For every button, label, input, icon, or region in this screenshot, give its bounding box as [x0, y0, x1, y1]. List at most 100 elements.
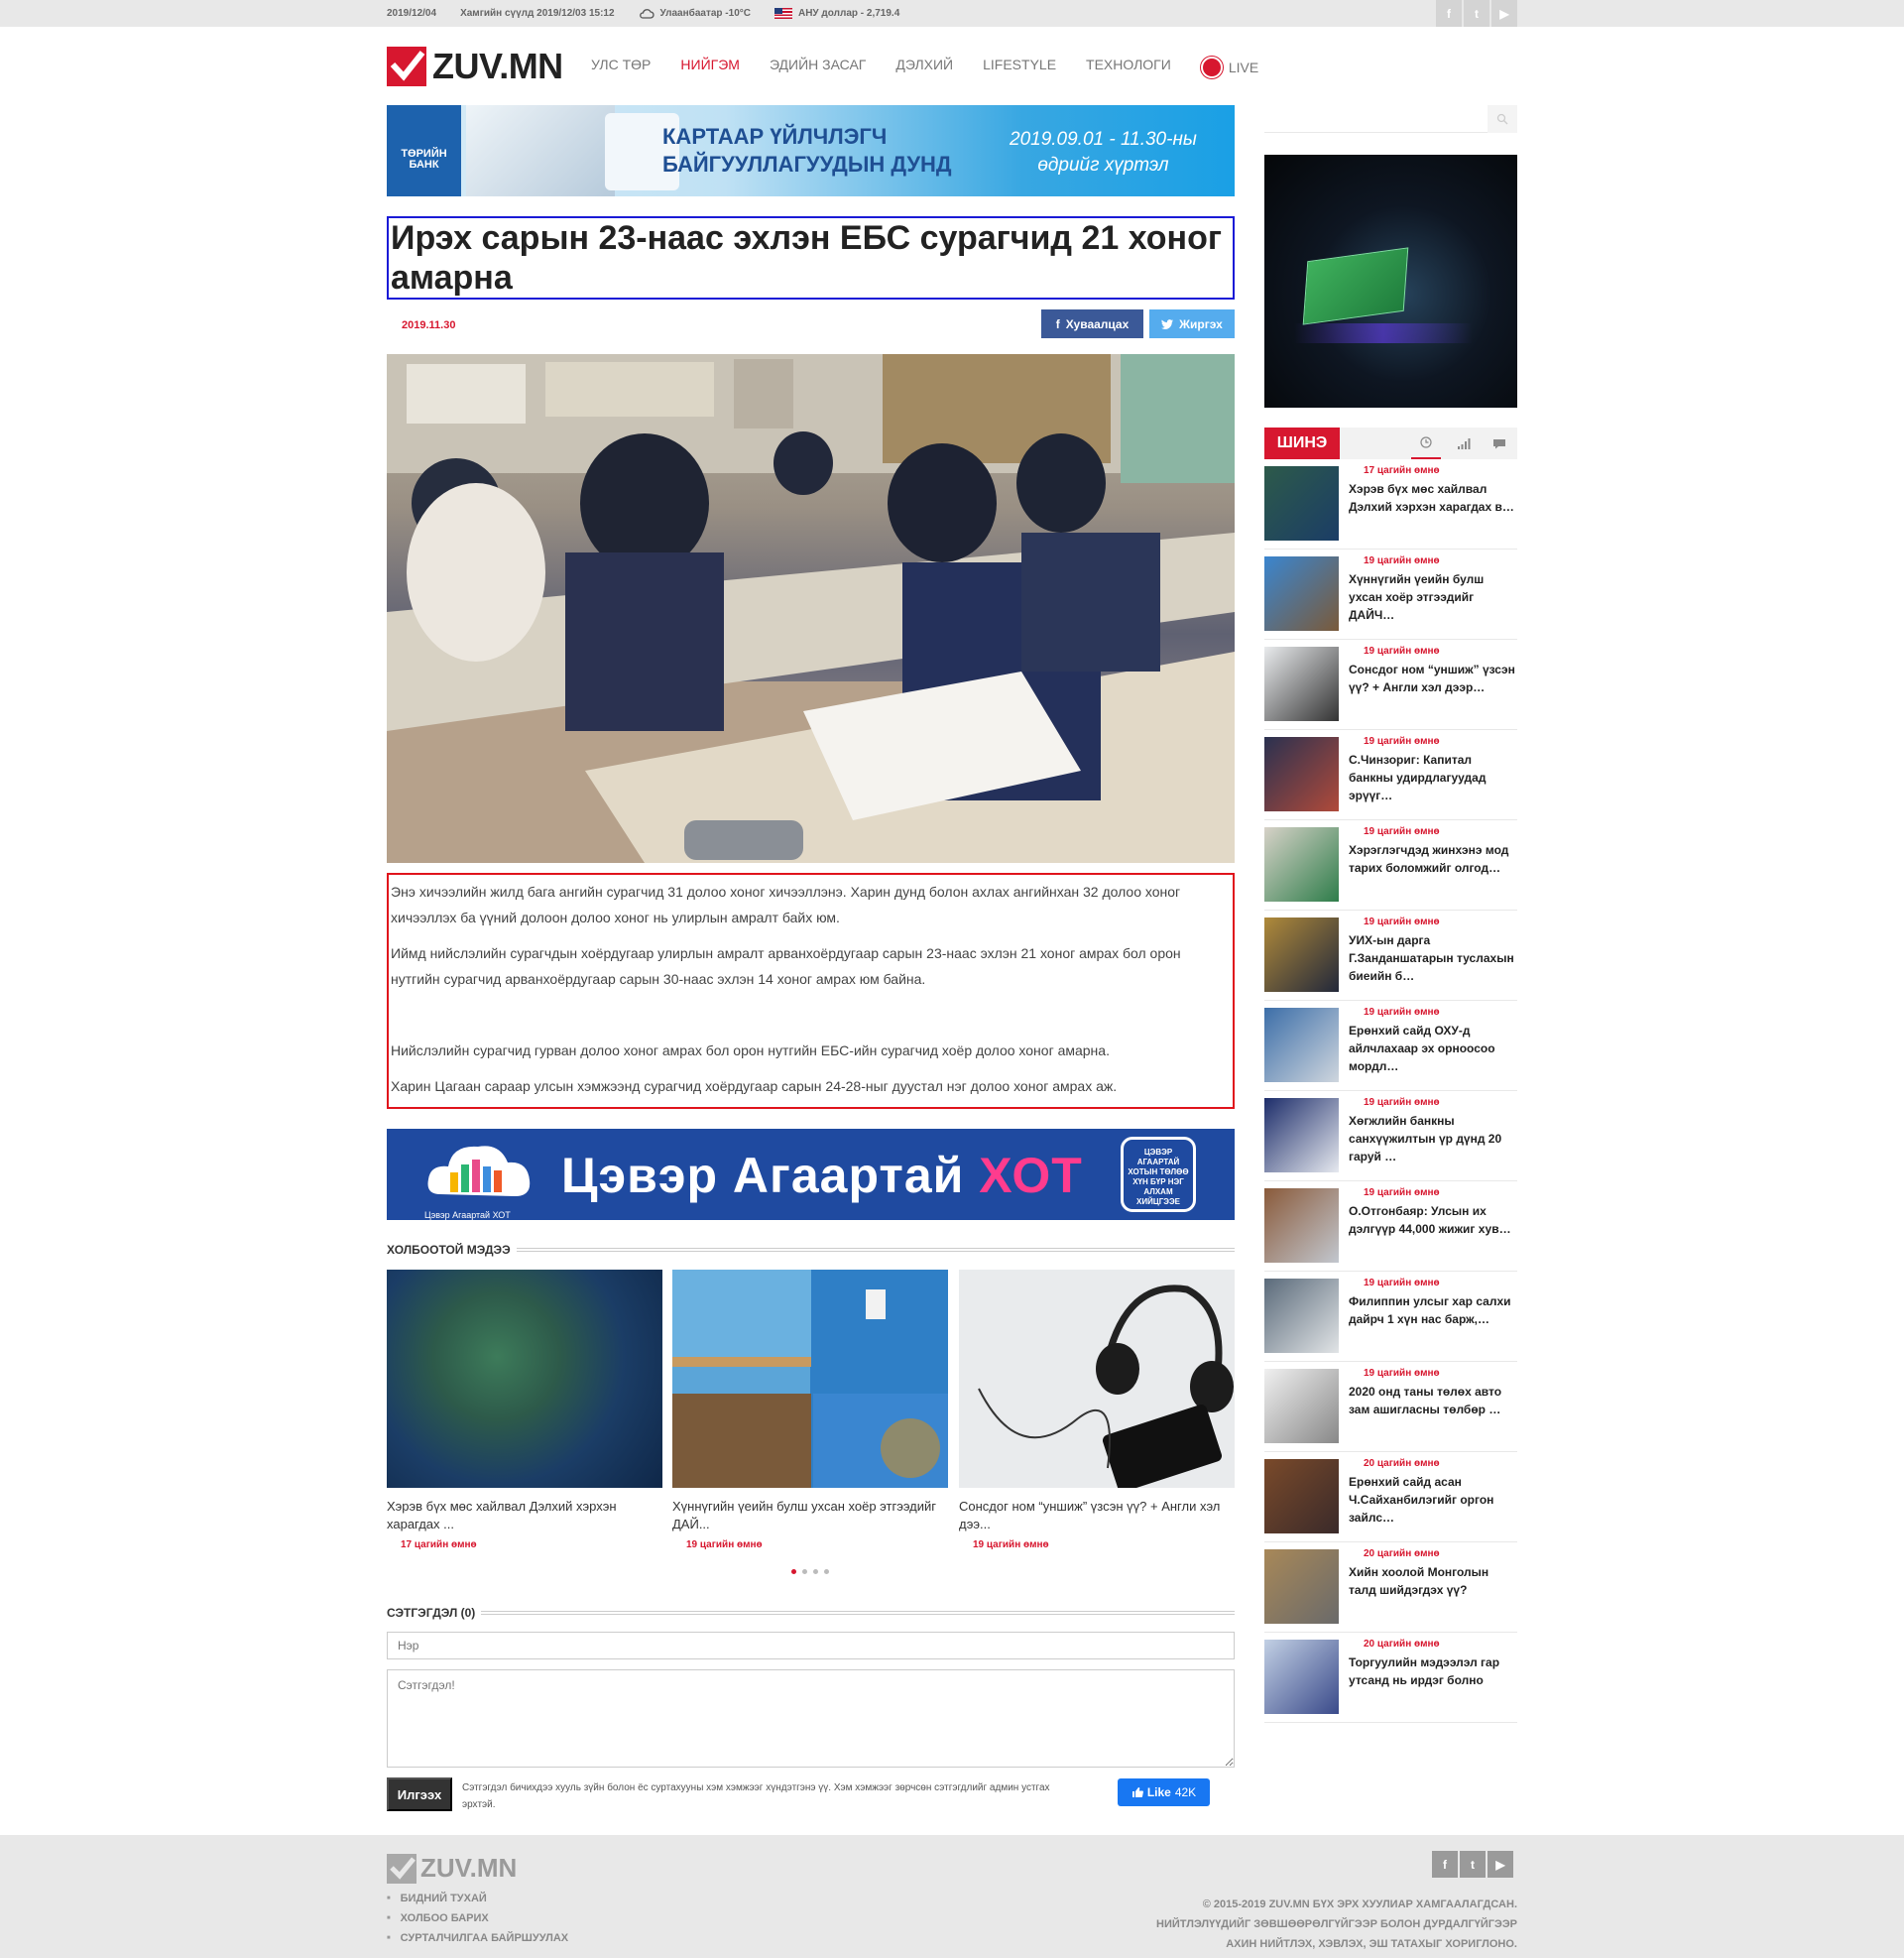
nav-technology[interactable]: ТЕХНОЛОГИ — [1086, 57, 1171, 78]
footer-links: БИДНИЙ ТУХАЙ ХОЛБОО БАРИХ СУРТАЛЧИЛГАА Б… — [387, 1889, 569, 1948]
clean-air-headline-main: Цэвэр Агаартай — [561, 1148, 980, 1203]
banner-dates-line1: 2019.09.01 - 11.30-ны — [1010, 129, 1197, 150]
sidebar-news-item[interactable]: 19 цагийн өмнө Ерөнхий сайд ОХУ-д айлчлах… — [1264, 1006, 1517, 1091]
youtube-icon[interactable]: ▶ — [1488, 1851, 1513, 1878]
news-thumbnail — [1264, 1279, 1339, 1353]
copyright-line: НИЙТЛЭЛҮҮДИЙГ ЗӨВШӨӨРӨЛГҮЙГЭЭР БОЛОН ДУР… — [1156, 1918, 1517, 1930]
related-item[interactable]: Сонсдог ном “уншиж” үзсэн үү? + Англи хэ… — [959, 1270, 1235, 1550]
currency: АНУ доллар - 2,719.4 — [774, 8, 899, 19]
nav-world[interactable]: ДЭЛХИЙ — [895, 57, 953, 78]
facebook-icon[interactable]: f — [1432, 1851, 1458, 1878]
news-time: 19 цагийн өмнө — [1364, 1007, 1440, 1018]
footer-link-contact[interactable]: ХОЛБОО БАРИХ — [387, 1908, 568, 1928]
facebook-like-button[interactable]: Like 42K — [1118, 1778, 1210, 1806]
article-paragraph: Нийслэлийн сурагчид гурван долоо хоног а… — [391, 1042, 1110, 1058]
sidebar-news-item[interactable]: 19 цагийн өмнө Хөгжлийн банкны санхүүжилт… — [1264, 1096, 1517, 1181]
news-thumbnail — [1264, 737, 1339, 811]
ad-card-image — [1302, 247, 1409, 325]
sidebar-news-item[interactable]: 19 цагийн өмнө Филиппин улсыг хар салхи д… — [1264, 1277, 1517, 1362]
send-comment-button[interactable]: Илгээх — [387, 1777, 452, 1811]
share-twitter-button[interactable]: Жиргэх — [1149, 309, 1235, 338]
twitter-icon[interactable]: t — [1464, 0, 1489, 27]
footer-logo-text: ZUV.MN — [420, 1853, 518, 1883]
news-thumbnail — [1264, 556, 1339, 631]
news-thumbnail — [1264, 918, 1339, 992]
sidebar-news-item[interactable]: 20 цагийн өмнө Хийн хоолой Монголын талд … — [1264, 1547, 1517, 1633]
related-time: 19 цагийн өмнө — [686, 1539, 763, 1550]
news-title: Хийн хоолой Монголын талд шийдэгдэх үү? — [1349, 1565, 1489, 1597]
banner-title-line1: КАРТААР ҮЙЛЧЛЭГЧ — [662, 124, 888, 149]
news-thumbnail — [1264, 1188, 1339, 1263]
clean-air-headline: Цэвэр Агаартай ХОТ — [561, 1147, 1083, 1204]
sidebar-tabs: ШИНЭ — [1264, 428, 1517, 459]
comment-name-input[interactable] — [387, 1632, 1235, 1659]
copyright-line: АХИН НИЙТЛЭХ, ХЭВЛЭХ, ЭШ ТАТАХЫГ ХОРИГЛО… — [1226, 1938, 1517, 1950]
comment-icon[interactable] — [1485, 428, 1514, 459]
article-paragraph: Иймд нийслэлийн сурагчдын хоёрдугаар ули… — [391, 945, 1181, 987]
sidebar-news-item[interactable]: 19 цагийн өмнө Сонсдог ном “уншиж” үзсэн … — [1264, 645, 1517, 730]
news-time: 19 цагийн өмнө — [1364, 555, 1440, 566]
twitter-icon[interactable]: t — [1460, 1851, 1486, 1878]
clean-air-headline-accent: ХОТ — [979, 1148, 1083, 1203]
sidebar-news-item[interactable]: 19 цагийн өмнө О.Отгонбаяр: Улсын их дэлг… — [1264, 1186, 1517, 1272]
carousel-dot[interactable] — [813, 1569, 818, 1574]
copyright: © 2015-2019 ZUV.MN БҮХ ЭРХ ХУУЛИАР ХАМГА… — [1121, 1895, 1517, 1954]
signal-icon[interactable] — [1449, 428, 1479, 459]
youtube-icon[interactable]: ▶ — [1491, 0, 1517, 27]
tab-new[interactable]: ШИНЭ — [1264, 428, 1340, 459]
sidebar-news-item[interactable]: 20 цагийн өмнө Торгуулийн мэдээлэл гар ут… — [1264, 1638, 1517, 1723]
share-facebook-label: Хуваалцах — [1065, 316, 1130, 331]
related-item[interactable]: Хэрэв бүх мөс хайлвал Дэлхий хэрхэн хара… — [387, 1270, 662, 1550]
carousel-dot[interactable] — [824, 1569, 829, 1574]
sidebar-news-item[interactable]: 20 цагийн өмнө Ерөнхий сайд асан Ч.Сайхан… — [1264, 1457, 1517, 1542]
sidebar-news-item[interactable]: 19 цагийн өмнө УИХ-ын дарга Г.Занданшатар… — [1264, 916, 1517, 1001]
comments-heading-text: СЭТГЭГДЭЛ (0) — [387, 1606, 476, 1620]
news-title: Сонсдог ном “уншиж” үзсэн үү? + Англи хэ… — [1349, 663, 1515, 694]
sidebar-news-item[interactable]: 19 цагийн өмнө Хэрэглэгчдэд жинхэнэ мод т… — [1264, 825, 1517, 911]
clean-air-banner-ad[interactable]: Цэвэр Агаартай ХОТ Цэвэр Агаартай ХОТ ЦЭ… — [387, 1129, 1235, 1220]
nav-lifestyle[interactable]: LIFESTYLE — [983, 57, 1056, 78]
share-facebook-button[interactable]: f Хуваалцах — [1041, 309, 1143, 338]
site-logo[interactable]: ZUV.MN — [387, 46, 563, 87]
footer-link-advertise[interactable]: СУРТАЛЧИЛГАА БАЙРШУУЛАХ — [387, 1928, 569, 1948]
facebook-icon[interactable]: f — [1436, 0, 1462, 27]
sidebar-search — [1264, 105, 1517, 133]
sidebar-news-item[interactable]: 19 цагийн өмнө Хүннүгийн үеийн булш ухсан… — [1264, 554, 1517, 640]
sidebar-news-item[interactable]: 17 цагийн өмнө Хэрэв бүх мөс хайлвал Дэлх… — [1264, 464, 1517, 550]
news-thumbnail — [1264, 1459, 1339, 1533]
sidebar-news-item[interactable]: 19 цагийн өмнө С.Чинзориг: Капитал банкны… — [1264, 735, 1517, 820]
news-time: 19 цагийн өмнө — [1364, 917, 1440, 927]
carousel-dots — [791, 1569, 829, 1574]
carousel-dot[interactable] — [791, 1569, 796, 1574]
banner-hand-image — [466, 105, 615, 196]
footer-link-about[interactable]: БИДНИЙ ТУХАЙ — [387, 1889, 568, 1908]
banner-title-line2: БАЙГУУЛЛАГУУДЫН ДУНД — [662, 152, 952, 177]
share-twitter-label: Жиргэх — [1179, 316, 1223, 331]
news-thumbnail — [1264, 647, 1339, 721]
search-icon[interactable] — [1488, 105, 1517, 133]
nav-society[interactable]: НИЙГЭМ — [680, 57, 740, 78]
banner-dates: 2019.09.01 - 11.30-ны өдрийг хүртэл — [1010, 127, 1197, 179]
news-time: 19 цагийн өмнө — [1364, 646, 1440, 657]
comment-text-input[interactable] — [387, 1669, 1235, 1768]
search-input[interactable] — [1264, 105, 1483, 133]
clock-icon[interactable] — [1411, 428, 1441, 459]
weather-cloud-icon — [639, 8, 654, 19]
footer-logo[interactable]: ZUV.MN — [387, 1853, 517, 1884]
news-thumbnail — [1264, 827, 1339, 902]
sidebar-news-item[interactable]: 19 цагийн өмнө 2020 онд таны төлөх авто з… — [1264, 1367, 1517, 1452]
news-title: Ерөнхий сайд асан Ч.Сайханбилэгийг оргон… — [1349, 1475, 1494, 1525]
related-item[interactable]: Хүннүгийн үеийн булш ухсан хоёр этгээдий… — [672, 1270, 948, 1550]
sidebar-card-ad[interactable] — [1264, 155, 1517, 408]
nav-economy[interactable]: ЭДИЙН ЗАСАГ — [770, 57, 866, 78]
news-time: 19 цагийн өмнө — [1364, 736, 1440, 747]
news-time: 20 цагийн өмнө — [1364, 1639, 1440, 1650]
current-date: 2019/12/04 — [387, 8, 436, 19]
facebook-icon: f — [1055, 316, 1060, 331]
carousel-dot[interactable] — [802, 1569, 807, 1574]
nav-live[interactable]: LIVE — [1200, 57, 1258, 78]
nav-politics[interactable]: УЛС ТӨР — [591, 57, 651, 78]
bank-banner-ad[interactable]: ТӨРИЙН БАНК КАРТААР ҮЙЛЧЛЭГЧ БАЙГУУЛЛАГУ… — [387, 105, 1235, 196]
main-nav: УЛС ТӨР НИЙГЭМ ЭДИЙН ЗАСАГ ДЭЛХИЙ LIFEST… — [591, 57, 1258, 78]
last-updated-text: Хамгийн сүүлд 2019/12/03 15:12 — [460, 8, 615, 19]
